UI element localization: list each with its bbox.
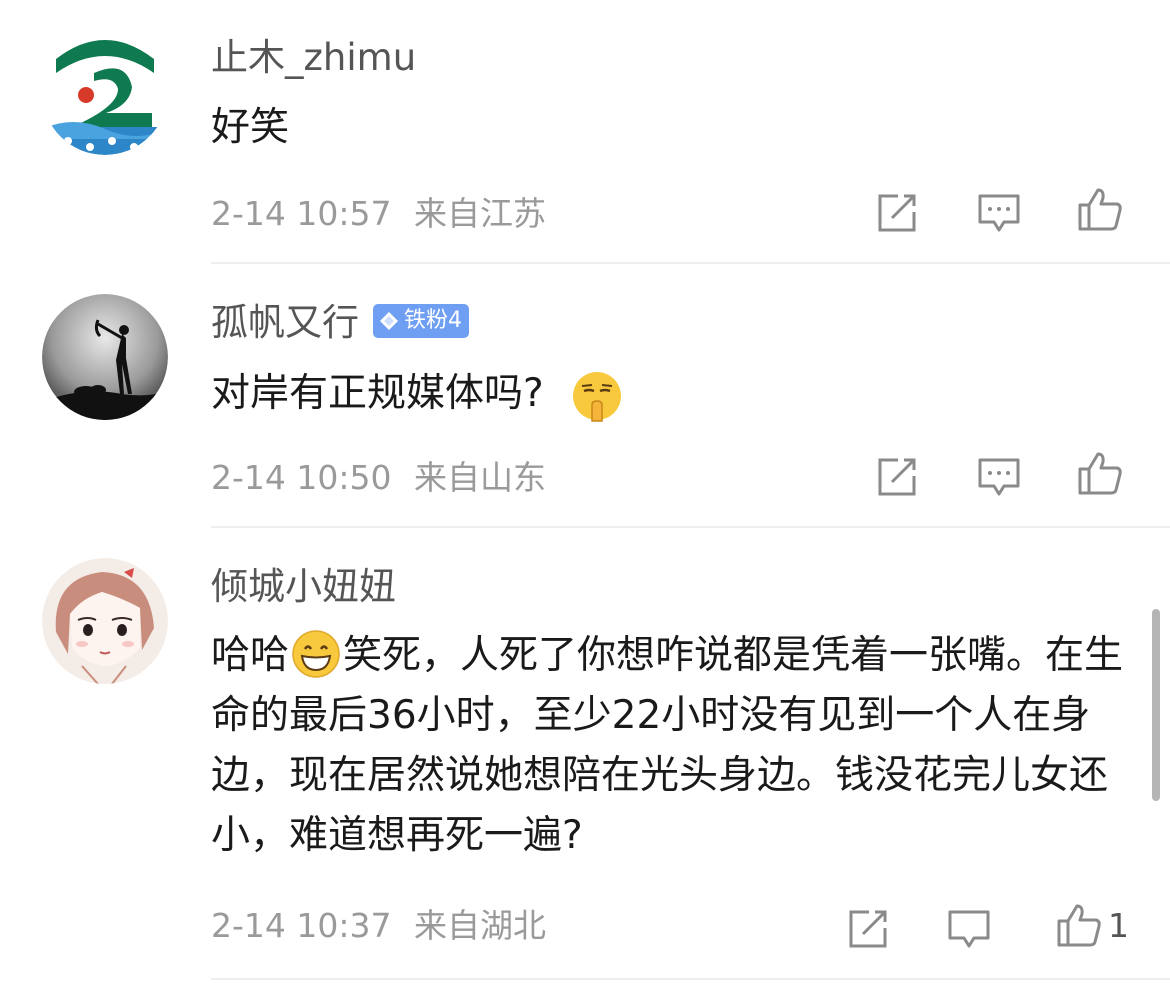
thumbs-up-icon[interactable] (1056, 902, 1102, 948)
avatar[interactable] (42, 294, 168, 420)
timestamp: 2-14 10:57 (211, 194, 392, 233)
grinning-face-emoji (292, 629, 340, 678)
comment-icon[interactable] (976, 454, 1022, 500)
logo-avatar-image (42, 29, 168, 155)
location: 来自山东 (414, 458, 546, 497)
comment-text: 好笑 (211, 105, 290, 150)
diamond-icon (380, 311, 398, 330)
comment-text-block: 哈哈 笑死，人死了你想咋说都是凭着一张嘴。在生命的最后36小时，至少22小时没有… (211, 626, 1141, 866)
divider (211, 978, 1170, 980)
timestamp: 2-14 10:50 (211, 458, 392, 497)
fan-badge[interactable]: 铁粉4 (373, 303, 469, 338)
comment-item: 倾城小妞妞 哈哈 笑死，人死了你想咋说都是凭着一张嘴。在生命的最后36小时，至少… (0, 528, 1170, 983)
thumbs-up-icon[interactable] (1077, 186, 1123, 232)
comment-text: 对岸有正规媒体吗? (211, 371, 544, 416)
scrollbar[interactable] (1152, 609, 1160, 801)
comment-meta: 2-14 10:57 来自江苏 (211, 194, 546, 234)
comment-icon[interactable] (976, 190, 1022, 236)
username[interactable]: 孤帆又行 (211, 301, 359, 344)
share-icon[interactable] (845, 906, 891, 952)
comment-item: 止木_zhimu 好笑 2-14 10:57 来自江苏 (0, 0, 1170, 264)
badge-label: 铁粉4 (404, 307, 462, 333)
comment-item: 孤帆又行 铁粉4 对岸有正规媒体吗? 2-14 10:50 来自山东 (0, 264, 1170, 528)
share-icon[interactable] (874, 190, 920, 236)
shushing-face-emoji (573, 371, 622, 422)
username[interactable]: 倾城小妞妞 (211, 564, 396, 610)
username[interactable]: 止木_zhimu (211, 35, 416, 81)
comment-meta: 2-14 10:50 来自山东 (211, 458, 546, 498)
thumbs-up-icon[interactable] (1077, 450, 1123, 496)
share-icon[interactable] (874, 454, 920, 500)
location: 来自湖北 (414, 906, 546, 945)
comment-meta: 2-14 10:37 来自湖北 (211, 906, 546, 946)
comment-text-row: 对岸有正规媒体吗? (211, 364, 1146, 424)
timestamp: 2-14 10:37 (211, 906, 392, 945)
avatar[interactable] (42, 558, 168, 684)
location: 来自江苏 (414, 194, 546, 233)
comment-text-prefix: 哈哈 (211, 633, 290, 678)
silhouette-archer-avatar-image (42, 294, 168, 420)
username-row: 孤帆又行 铁粉4 (211, 300, 469, 346)
like-count: 1 (1108, 906, 1129, 945)
cartoon-girl-avatar-image (42, 558, 168, 684)
comment-icon[interactable] (946, 906, 992, 952)
avatar[interactable] (42, 29, 168, 155)
comment-text: 笑死，人死了你想咋说都是凭着一张嘴。在生命的最后36小时，至少22小时没有见到一… (211, 633, 1124, 858)
